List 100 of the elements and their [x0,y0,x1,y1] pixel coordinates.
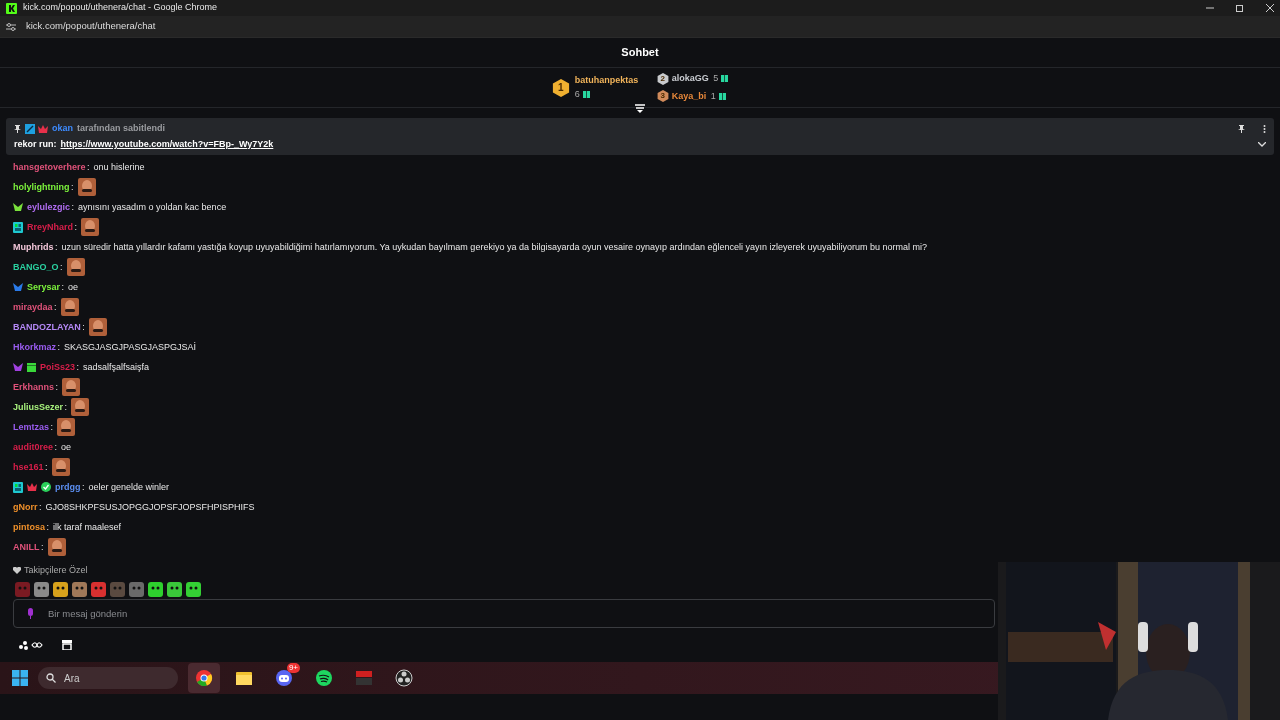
collapse-icon[interactable] [635,104,645,113]
sub-badge-icon [13,202,23,213]
emote-icon[interactable] [91,581,106,597]
site-settings-icon[interactable] [6,21,16,32]
username[interactable]: RreyNhard [27,220,73,234]
emote-icon[interactable] [148,581,163,597]
pin-icon[interactable] [1238,124,1245,133]
message-text: uzun süredir hatta yıllardır kafamı yastığa koyup uyuyabildiğimi hatırlamıyorum. Ya uykudan bayılmam gerekiyo ya da bilgisayarda oyun vesaire oynayıp ardından eğlenceli yayın izleyerek uyuyabiliyorum bu normal mi? [61,240,928,254]
points-icon[interactable] [18,640,44,651]
emote-icon[interactable] [72,581,87,597]
colon: : [54,440,58,454]
colon: : [54,300,57,314]
gift-count: 1 [710,89,716,103]
emote-icon[interactable] [34,581,49,597]
colon: : [76,360,80,374]
mixer-icon [355,669,373,688]
taskbar-search[interactable]: Ara [38,667,178,690]
message-text: onu hislerine [93,160,145,174]
microphone-icon[interactable] [27,608,34,620]
colon: : [82,480,85,494]
sword-badge-icon [25,123,35,134]
emote-section-label: Takipçilere Özel [24,563,88,577]
og-badge-icon [13,221,23,233]
pinned-label: rekor run: [14,137,57,151]
leaderboard-user[interactable]: alokaGG [671,72,709,86]
rank-number: 3 [660,90,665,103]
pinned-link[interactable]: https://www.youtube.com/watch?v=FBp-_Wy7Y2k [60,137,274,152]
gift-count: 6 [574,87,580,101]
emote-icon[interactable] [167,581,182,597]
taskbar-app[interactable]: 9+ [268,663,300,694]
username[interactable]: ANILL [13,540,40,554]
colon: : [46,520,50,534]
colon: : [50,420,54,434]
gift-count: 5 [713,72,719,85]
search-icon [46,673,56,684]
colon: : [61,280,65,294]
username[interactable]: audit0ree [13,440,54,454]
username[interactable]: Muphrids [13,240,54,254]
colon: : [57,340,61,354]
address-bar[interactable]: kick.com/popout/uthenera/chat [26,19,156,34]
username[interactable]: Erkhanns [13,380,54,394]
leaderboard-user[interactable]: Kaya_bi [671,89,707,103]
colon: : [60,260,63,274]
start-icon[interactable] [12,670,28,687]
crown-badge-icon [38,123,48,134]
username[interactable]: eylulezgic [27,200,71,214]
username[interactable]: miraydaa [13,300,53,314]
username[interactable]: Serysar [27,280,61,294]
folder-icon [235,669,253,688]
message-input[interactable]: Bir mesaj gönderin [13,599,995,629]
crown-badge-icon [27,482,37,493]
gift-icon [582,90,590,98]
gift-icon [718,92,726,100]
gift-icon [721,75,729,83]
heart-icon [13,566,21,574]
minimize-icon[interactable] [1206,4,1214,12]
taskbar-app[interactable] [188,663,220,694]
rank-number: 2 [660,72,665,85]
username[interactable]: BANGO_O [13,260,59,274]
colon: : [55,240,58,254]
colon: : [64,400,68,414]
message-text: ilk taraf maalesef [53,520,122,534]
message-text: SKASGJASGJPASGJASPGJSAİ [64,340,196,354]
store-icon[interactable] [62,640,72,651]
colon: : [82,320,85,334]
username[interactable]: prdgg [55,480,81,494]
chrome-icon [195,669,213,688]
spotify-icon [315,669,333,688]
message-text: GJO8SHKPFSUSJOPGGJOPSFJOPSFHPISPHIFS [45,500,255,514]
username[interactable]: holylightning [13,180,70,194]
leaderboard-user[interactable]: batuhanpektas [574,74,639,88]
username[interactable]: Lemtzas [13,420,49,434]
username[interactable]: Hkorkmaz [13,340,57,354]
username[interactable]: gNorr [13,500,38,514]
message-text: aynısını yasadım o yoldan kac bence [78,200,227,214]
restore-icon[interactable] [1236,4,1244,12]
colon: : [71,200,75,214]
colon: : [41,540,44,554]
gift-badge-icon [27,362,36,372]
username[interactable]: JuliusSezer [13,400,64,414]
window-title: kick.com/popout/uthenera/chat - Google Chrome [23,1,218,15]
username[interactable]: BANDOZLAYAN [13,320,81,334]
username[interactable]: PoiSs23 [40,360,76,374]
more-icon[interactable] [1263,124,1266,133]
obs-icon [395,669,413,688]
username[interactable]: hansgetoverhere [13,160,86,174]
sub-badge-icon [13,282,23,293]
colon: : [87,160,90,174]
emote-icon[interactable] [186,581,201,597]
close-icon[interactable] [1266,4,1274,12]
discord-icon [275,669,293,688]
message-text: sadsalfşalfsaişfa [83,360,150,374]
username[interactable]: hse161 [13,460,44,474]
chevron-down-icon[interactable] [1258,142,1266,147]
chat-title: Sohbet [621,45,659,61]
colon: : [55,380,59,394]
username[interactable]: pintosa [13,520,45,534]
verified-badge-icon [41,482,51,493]
pinned-by[interactable]: okan [52,122,73,136]
emote-icon[interactable] [53,581,68,597]
